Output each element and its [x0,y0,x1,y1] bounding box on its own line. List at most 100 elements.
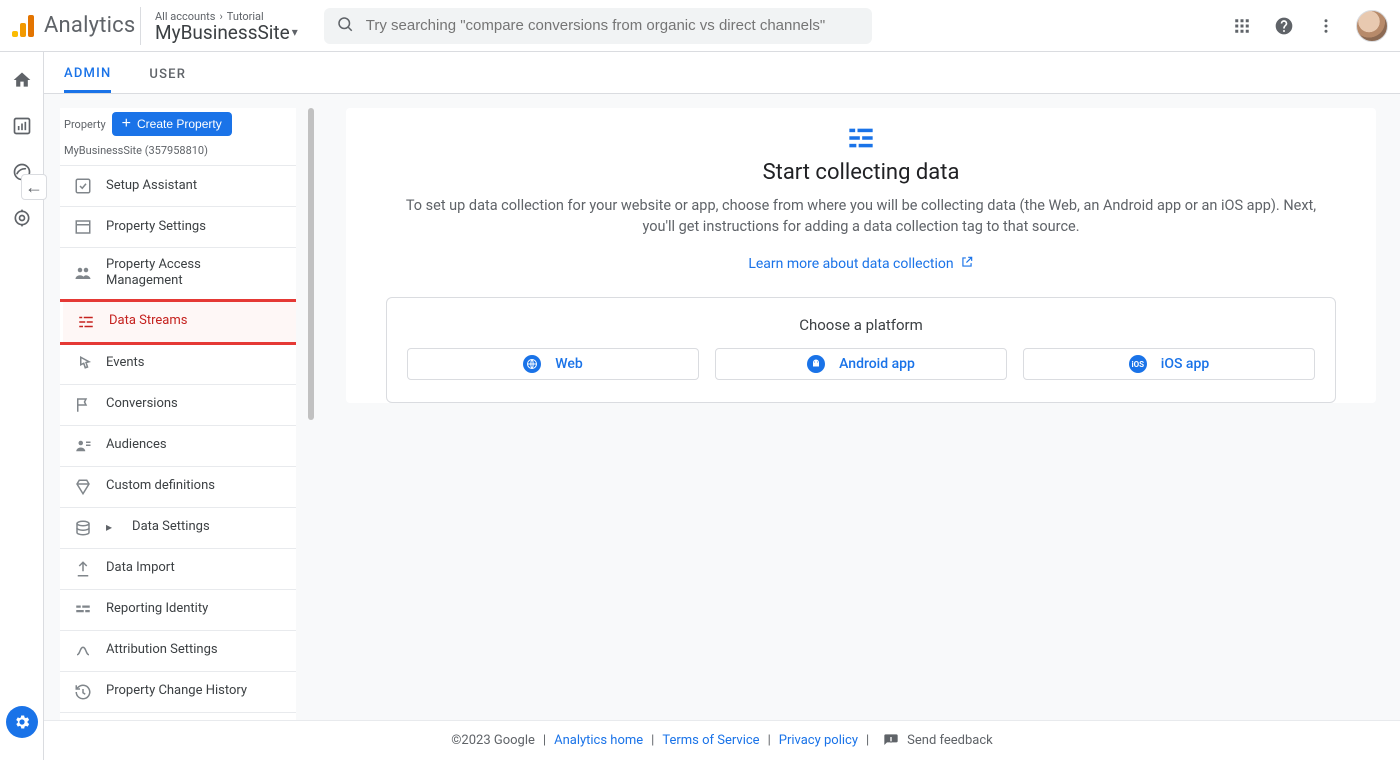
events-icon [74,355,92,373]
admin-gear-button[interactable] [6,706,38,738]
user-avatar[interactable] [1356,10,1388,42]
highlighted-data-streams: Data Streams [60,299,296,345]
history-icon [74,683,92,701]
sidebar-item-events[interactable]: Events [60,344,296,385]
search-icon [336,15,354,37]
sidebar-item-label: Custom definitions [106,478,215,494]
upload-icon [74,560,92,578]
property-name-dropdown[interactable]: MyBusinessSite ▾ [155,23,298,42]
analytics-logo-icon [12,15,34,37]
search-box[interactable] [324,8,872,44]
left-nav-rail [0,52,44,760]
sidebar-item-label: Audiences [106,437,167,453]
footer-copyright: ©2023 Google [451,733,535,748]
attribution-icon [74,642,92,660]
sidebar-property-id: MyBusinessSite (357958810) [60,142,296,166]
settings-panel-icon [74,218,92,236]
workspace: ADMIN USER ← Property + Create Property … [44,52,1400,760]
kebab-menu-icon[interactable] [1314,14,1338,38]
advertising-icon[interactable] [10,206,34,230]
identity-icon [74,601,92,619]
platform-web-label: Web [555,356,582,372]
logo-area: Analytics [10,13,140,38]
android-icon [807,355,825,373]
header-actions [1230,10,1388,42]
feedback-icon [883,733,899,749]
send-feedback-button[interactable]: Send feedback [883,733,993,749]
sidebar-item-label: Reporting Identity [106,601,208,617]
sidebar-item-conversions[interactable]: Conversions [60,385,296,426]
ios-icon: iOS [1129,355,1147,373]
brand-name: Analytics [44,13,135,38]
sidebar-item-label: Conversions [106,396,178,412]
sidebar-item-label: Events [106,355,144,371]
expand-caret-icon: ▸ [106,520,112,535]
create-property-button[interactable]: + Create Property [112,112,232,136]
learn-more-label: Learn more about data collection [748,256,953,272]
start-collecting-hero: Start collecting data To set up data col… [346,108,1376,403]
sidebar-item-audiences[interactable]: Audiences [60,426,296,467]
reports-icon[interactable] [10,114,34,138]
data-streams-hero-icon [847,124,875,152]
sidebar-item-custom-definitions[interactable]: Custom definitions [60,467,296,508]
admin-sidebar-wrap: ← Property + Create Property MyBusinessS… [44,94,322,760]
web-icon [523,355,541,373]
sidebar-item-label: Data Settings [132,519,210,535]
sidebar-item-data-settings[interactable]: ▸ Data Settings [60,508,296,549]
flag-icon [74,396,92,414]
data-streams-icon [77,313,95,331]
sidebar-item-data-import[interactable]: Data Import [60,549,296,590]
admin-sidebar: Property + Create Property MyBusinessSit… [60,108,296,774]
sidebar-item-label: Attribution Settings [106,642,218,658]
main-content: Start collecting data To set up data col… [322,94,1400,760]
footer-privacy-link[interactable]: Privacy policy [779,733,858,748]
sidebar-item-label: Data Import [106,560,175,576]
choose-platform-card: Choose a platform Web Android app iOS [386,297,1336,403]
footer-analytics-home-link[interactable]: Analytics home [554,733,643,748]
search-area [324,8,872,44]
search-input[interactable] [366,17,860,34]
property-name: MyBusinessSite [155,23,290,42]
platform-web-button[interactable]: Web [407,348,699,380]
sidebar-item-property-access[interactable]: Property Access Management [60,248,296,300]
home-icon[interactable] [10,68,34,92]
external-link-icon [960,255,974,273]
apps-icon[interactable] [1230,14,1254,38]
tab-user[interactable]: USER [149,67,186,93]
hero-title: Start collecting data [386,160,1336,185]
platform-android-button[interactable]: Android app [715,348,1007,380]
help-icon[interactable] [1272,14,1296,38]
platform-android-label: Android app [839,356,915,372]
hero-description: To set up data collection for your websi… [401,195,1321,237]
sidebar-item-label: Property Access Management [106,257,236,290]
sidebar-item-data-deletion[interactable]: Data Deletion Requests [60,713,296,717]
sidebar-item-property-settings[interactable]: Property Settings [60,207,296,248]
property-selector[interactable]: All accounts › Tutorial MyBusinessSite ▾ [140,7,312,45]
sidebar-scrollbar[interactable] [308,108,314,420]
sidebar-item-label: Data Streams [109,313,187,329]
sidebar-section-label: Property [64,118,106,131]
platform-ios-label: iOS app [1161,356,1209,372]
sidebar-item-reporting-identity[interactable]: Reporting Identity [60,590,296,631]
sidebar-item-label: Setup Assistant [106,178,197,194]
create-property-label: Create Property [137,117,222,131]
sidebar-item-data-streams[interactable]: Data Streams [63,302,296,342]
sidebar-item-setup-assistant[interactable]: Setup Assistant [60,166,296,207]
send-feedback-label: Send feedback [907,733,993,748]
footer-tos-link[interactable]: Terms of Service [662,733,759,748]
sidebar-item-change-history[interactable]: Property Change History [60,672,296,713]
people-icon [74,264,92,282]
sidebar-item-label: Property Change History [106,683,247,699]
checkbox-icon [74,177,92,195]
database-icon [74,519,92,537]
admin-tabbar: ADMIN USER [44,52,1400,94]
custom-definitions-icon [74,478,92,496]
collapse-sidebar-button[interactable]: ← [21,174,47,200]
tab-admin[interactable]: ADMIN [64,66,111,93]
choose-platform-title: Choose a platform [407,316,1315,334]
platform-ios-button[interactable]: iOS iOS app [1023,348,1315,380]
sidebar-item-attribution-settings[interactable]: Attribution Settings [60,631,296,672]
learn-more-link[interactable]: Learn more about data collection [748,255,973,273]
footer: ©2023 Google | Analytics home | Terms of… [44,720,1400,760]
app-header: Analytics All accounts › Tutorial MyBusi… [0,0,1400,52]
